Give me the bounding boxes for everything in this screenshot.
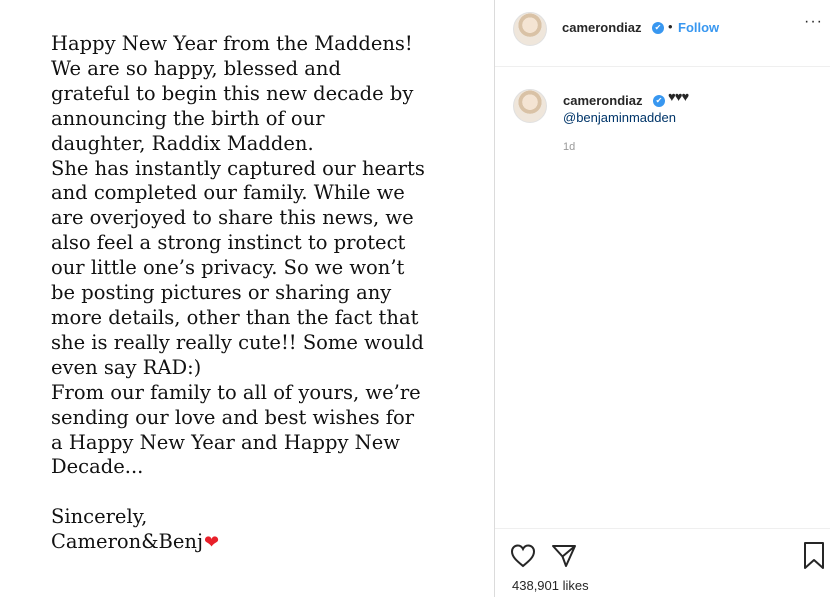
post-line: she is really really cute!! Some would <box>51 330 424 354</box>
post-line: We are so happy, blessed and <box>51 56 341 80</box>
post-side-panel: camerondiaz ✔ • Follow ··· camerondiaz ✔… <box>495 0 830 597</box>
post-line: even say RAD:) <box>51 355 202 379</box>
post-line: From our family to all of yours, we’re <box>51 380 421 404</box>
mention-link[interactable]: @benjaminmadden <box>563 110 676 125</box>
verified-badge-icon: ✔ <box>652 22 664 34</box>
post-caption-image-text: Happy New Year from the Maddens! We are … <box>51 32 481 556</box>
action-bar: 438,901 likes <box>495 528 830 598</box>
post-line: more details, other than the fact that <box>51 305 419 329</box>
post-signature: Cameron&Benj <box>51 530 204 554</box>
post-line: sending our love and best wishes for <box>51 405 415 429</box>
comment-username[interactable]: camerondiaz <box>563 93 642 108</box>
post-line: announcing the birth of our <box>51 106 325 130</box>
post-line: She has instantly captured our hearts <box>51 156 425 180</box>
comment-timestamp[interactable]: 1d <box>563 141 575 153</box>
post-signature-line: Cameron&Benj❤ <box>51 530 481 556</box>
share-arrow-icon[interactable] <box>550 542 578 570</box>
post-line: be posting pictures or sharing any <box>51 281 392 305</box>
post-line: a Happy New Year and Happy New <box>51 430 400 454</box>
header-username[interactable]: camerondiaz <box>562 20 641 35</box>
verified-badge-icon: ✔ <box>653 95 665 107</box>
post-line: also feel a strong instinct to protect <box>51 231 406 255</box>
post-closing: Sincerely, <box>51 505 148 529</box>
bookmark-icon[interactable] <box>801 541 827 571</box>
separator-dot: • <box>668 19 673 34</box>
post-line: daughter, Raddix Madden. <box>51 131 314 155</box>
black-hearts-emoji-icon: ♥♥♥ <box>668 89 689 104</box>
likes-count[interactable]: 438,901 likes <box>512 578 589 593</box>
post-line: grateful to begin this new decade by <box>51 81 414 105</box>
post-line: our little one’s privacy. So we won’t <box>51 256 405 280</box>
post-header: camerondiaz ✔ • Follow ··· <box>495 0 830 67</box>
post-line: and completed our family. While we <box>51 181 405 205</box>
post-line: Decade... <box>51 455 144 479</box>
red-heart-emoji-icon: ❤ <box>204 532 220 554</box>
follow-button[interactable]: Follow <box>678 20 719 35</box>
post-line: Happy New Year from the Maddens! <box>51 32 413 55</box>
avatar[interactable] <box>513 89 547 123</box>
avatar[interactable] <box>513 12 547 46</box>
post-image: Happy New Year from the Maddens! We are … <box>0 0 494 597</box>
more-options-icon[interactable]: ··· <box>804 13 823 31</box>
heart-outline-icon[interactable] <box>509 542 537 570</box>
post-line: are overjoyed to share this news, we <box>51 206 414 230</box>
